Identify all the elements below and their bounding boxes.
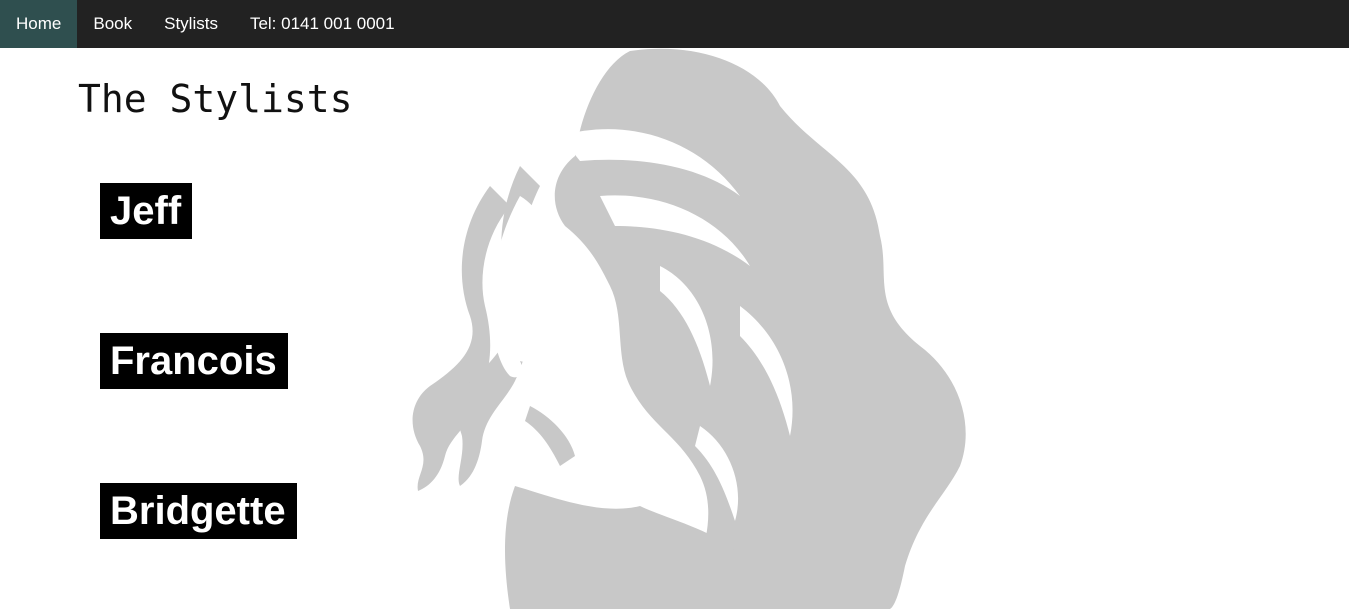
nav-stylists-link[interactable]: Stylists bbox=[148, 0, 234, 48]
nav-book-link[interactable]: Book bbox=[77, 0, 148, 48]
stylist-name-francois[interactable]: Francois bbox=[100, 333, 288, 389]
stylist-name-bridgette[interactable]: Bridgette bbox=[100, 483, 297, 539]
woman-hair-silhouette-image bbox=[412, 48, 966, 609]
page-title: The Stylists bbox=[78, 77, 353, 121]
nav-telephone-link[interactable]: Tel: 0141 001 0001 bbox=[234, 0, 411, 48]
top-navbar: Home Book Stylists Tel: 0141 001 0001 bbox=[0, 0, 1349, 48]
stylist-name-jeff[interactable]: Jeff bbox=[100, 183, 193, 239]
nav-home-link[interactable]: Home bbox=[0, 0, 78, 48]
